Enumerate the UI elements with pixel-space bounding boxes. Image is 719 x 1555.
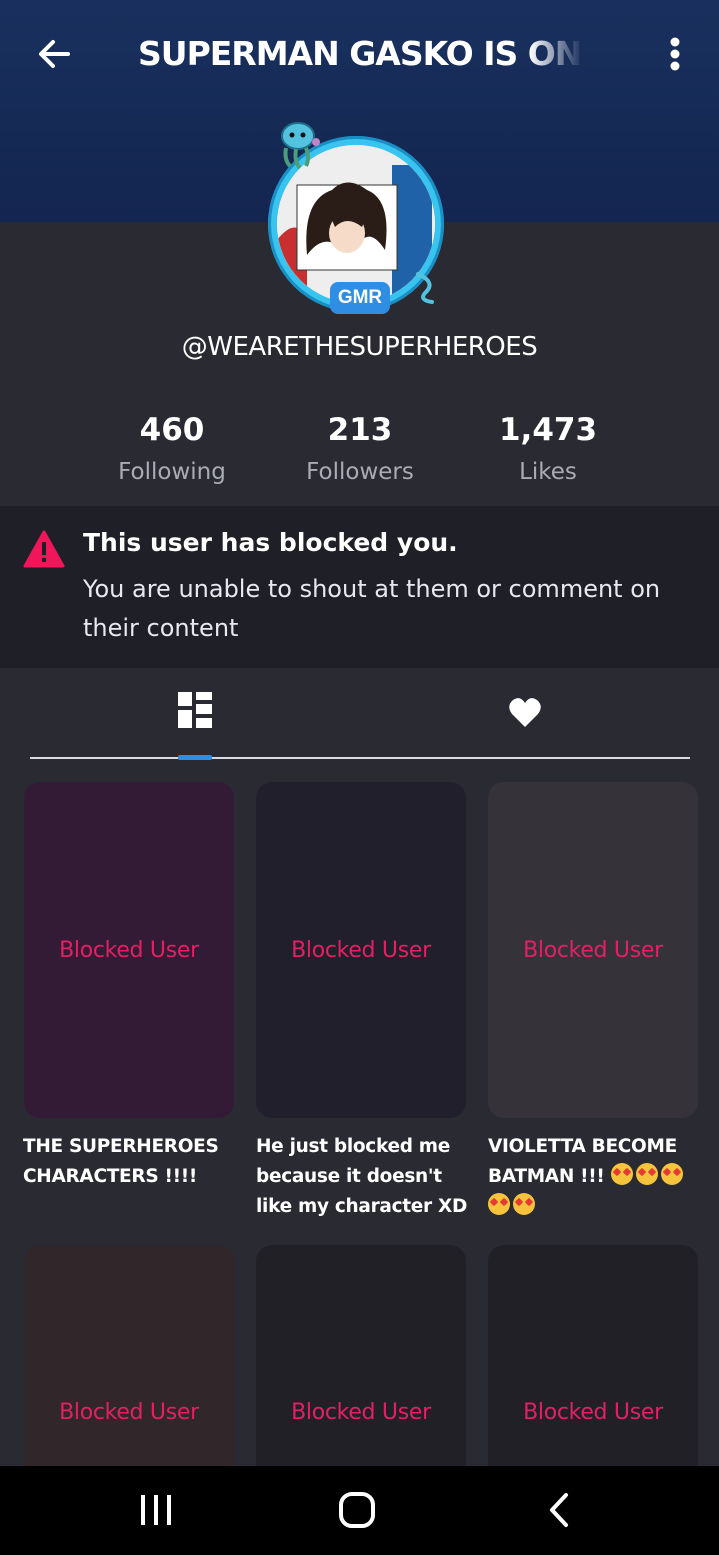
tentacle-icon bbox=[416, 272, 434, 304]
post-caption-block: VIOLETTA BECOME BATMAN !!! bbox=[488, 1132, 696, 1222]
username: @WEARETHESUPERHEROES bbox=[181, 332, 538, 362]
grid-layout-icon[interactable] bbox=[178, 692, 212, 728]
warning-icon bbox=[23, 530, 65, 568]
tab-active-indicator bbox=[178, 755, 212, 760]
system-navbar bbox=[0, 1466, 719, 1555]
recent-apps-icon[interactable] bbox=[138, 1493, 174, 1527]
post-caption: THE SUPERHEROES CHARACTERS !!!! bbox=[23, 1136, 219, 1187]
stat-value: 213 bbox=[327, 412, 393, 448]
blocked-label: Blocked User bbox=[523, 937, 663, 963]
rank-badge: GMR bbox=[330, 282, 390, 314]
tabs-divider bbox=[30, 757, 690, 759]
stat-value: 460 bbox=[139, 412, 205, 448]
post-caption: He just blocked me because it doesn't li… bbox=[256, 1136, 468, 1217]
stat-label: Following bbox=[118, 459, 226, 485]
star-struck-emoji-icon bbox=[660, 1163, 683, 1185]
post-card[interactable]: Blocked User bbox=[488, 782, 698, 1118]
page-title: SUPERMAN GASKO IS ON bbox=[138, 34, 582, 73]
more-vert-icon[interactable] bbox=[660, 34, 690, 74]
blocked-label: Blocked User bbox=[291, 1400, 431, 1425]
star-struck-emoji-icon bbox=[513, 1193, 535, 1215]
stat-label: Followers bbox=[306, 459, 414, 485]
star-struck-emoji-icon bbox=[610, 1163, 633, 1185]
blocked-label: Blocked User bbox=[59, 937, 199, 963]
post-card[interactable]: Blocked User bbox=[24, 782, 234, 1118]
content-tabs bbox=[30, 680, 690, 760]
blocked-label: Blocked User bbox=[523, 1400, 663, 1425]
arrow-left-icon[interactable] bbox=[34, 34, 74, 74]
stat-label: Likes bbox=[519, 459, 577, 485]
stat-following[interactable]: 460 Following bbox=[77, 408, 267, 492]
stat-value: 1,473 bbox=[498, 412, 598, 448]
back-chevron-icon[interactable] bbox=[544, 1491, 574, 1529]
notice-body: You are unable to shout at them or comme… bbox=[83, 575, 661, 642]
blocked-notice: This user has blocked you. You are unabl… bbox=[0, 506, 719, 668]
stat-followers[interactable]: 213 Followers bbox=[265, 408, 455, 492]
star-struck-emoji-icon bbox=[635, 1163, 658, 1185]
home-icon[interactable] bbox=[338, 1491, 376, 1529]
post-card[interactable]: Blocked User bbox=[256, 782, 466, 1118]
heart-icon[interactable] bbox=[508, 696, 542, 730]
blocked-label: Blocked User bbox=[59, 1400, 199, 1425]
star-struck-emoji-icon bbox=[488, 1193, 510, 1215]
blocked-label: Blocked User bbox=[291, 937, 431, 963]
jellyfish-icon bbox=[281, 122, 320, 170]
notice-heading: This user has blocked you. bbox=[83, 528, 458, 557]
stat-likes[interactable]: 1,473 Likes bbox=[453, 408, 643, 492]
